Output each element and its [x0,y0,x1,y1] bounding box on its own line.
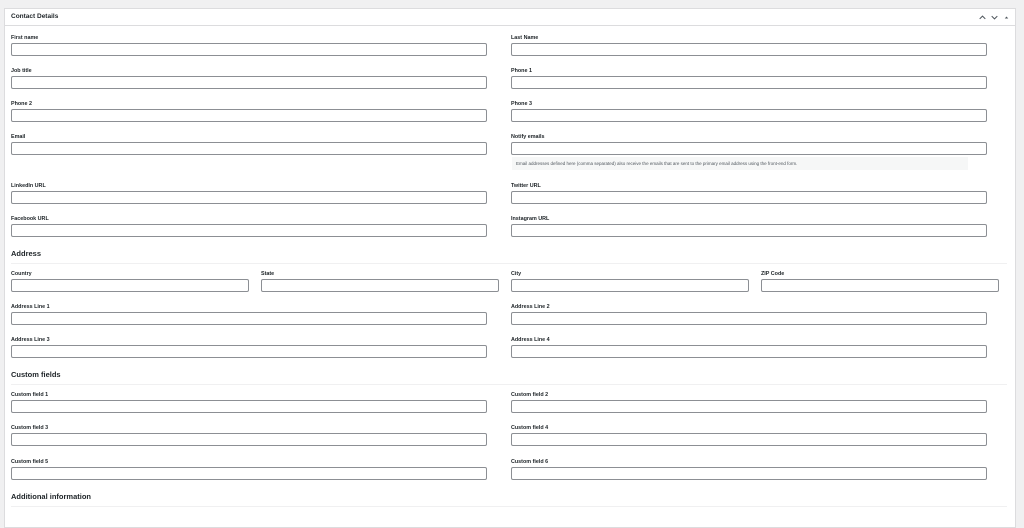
address-line-2-label: Address Line 2 [511,304,550,310]
instagram-label: Instagram URL [511,216,550,222]
country-label: Country [11,271,32,277]
toggle-panel-button[interactable] [1001,11,1011,23]
additional-information-divider [11,506,1007,507]
custom-field-4-group: Custom field 4 [511,425,987,446]
city-input[interactable] [511,279,749,292]
custom-field-5-label: Custom field 5 [11,459,49,465]
notify-emails-label: Notify emails [511,134,545,140]
chevron-down-icon [990,15,998,20]
custom-field-2-group: Custom field 2 [511,392,987,413]
facebook-group: Facebook URL [11,216,487,237]
facebook-input[interactable] [11,224,487,237]
notify-emails-group: Notify emails [511,134,987,155]
address-divider [11,263,1007,264]
custom-field-3-input[interactable] [11,433,487,446]
move-up-button[interactable] [977,11,987,23]
custom-field-4-label: Custom field 4 [511,425,549,431]
phone-3-group: Phone 3 [511,101,987,122]
custom-field-6-group: Custom field 6 [511,459,987,480]
move-down-button[interactable] [989,11,999,23]
first-name-group: First name [11,35,487,56]
state-group: State [261,271,499,292]
twitter-label: Twitter URL [511,183,541,189]
country-input[interactable] [11,279,249,292]
address-line-4-input[interactable] [511,345,987,358]
address-line-4-label: Address Line 4 [511,337,550,343]
city-group: City [511,271,749,292]
address-line-1-group: Address Line 1 [11,304,487,325]
phone-2-input[interactable] [11,109,487,122]
custom-field-1-input[interactable] [11,400,487,413]
custom-field-3-label: Custom field 3 [11,425,49,431]
email-input[interactable] [11,142,487,155]
phone-1-label: Phone 1 [511,68,532,74]
twitter-group: Twitter URL [511,183,987,204]
custom-fields-heading: Custom fields [11,370,61,379]
chevron-up-icon [978,14,986,19]
last-name-group: Last Name [511,35,987,56]
phone-2-label: Phone 2 [11,101,32,107]
panel-handle-actions [977,11,1011,23]
address-line-3-label: Address Line 3 [11,337,50,343]
last-name-input[interactable] [511,43,987,56]
contact-details-panel: Contact Details First name Last Name Job… [4,8,1016,528]
custom-fields-divider [11,384,1007,385]
facebook-label: Facebook URL [11,216,49,222]
job-title-label: Job title [11,68,32,74]
address-line-2-group: Address Line 2 [511,304,987,325]
address-line-3-input[interactable] [11,345,487,358]
zip-code-input[interactable] [761,279,999,292]
custom-field-3-group: Custom field 3 [11,425,487,446]
custom-field-6-label: Custom field 6 [511,459,549,465]
linkedin-input[interactable] [11,191,487,204]
panel-header: Contact Details [5,9,1015,26]
notify-emails-input[interactable] [511,142,987,155]
instagram-group: Instagram URL [511,216,987,237]
phone-1-group: Phone 1 [511,68,987,89]
linkedin-label: LinkedIn URL [11,183,46,189]
address-line-3-group: Address Line 3 [11,337,487,358]
email-label: Email [11,134,26,140]
notify-emails-help: Email addresses defined here (comma sepa… [512,157,968,170]
country-group: Country [11,271,249,292]
first-name-input[interactable] [11,43,487,56]
custom-field-5-group: Custom field 5 [11,459,487,480]
address-line-2-input[interactable] [511,312,987,325]
custom-field-6-input[interactable] [511,467,987,480]
state-label: State [261,271,275,277]
custom-field-2-input[interactable] [511,400,987,413]
address-line-1-label: Address Line 1 [11,304,50,310]
address-heading: Address [11,249,42,258]
phone-3-input[interactable] [511,109,987,122]
twitter-input[interactable] [511,191,987,204]
triangle-up-icon [1004,15,1008,19]
additional-information-heading: Additional information [11,492,91,501]
phone-1-input[interactable] [511,76,987,89]
job-title-group: Job title [11,68,487,89]
custom-field-1-label: Custom field 1 [11,392,49,398]
email-group: Email [11,134,487,155]
first-name-label: First name [11,35,39,41]
job-title-input[interactable] [11,76,487,89]
phone-3-label: Phone 3 [511,101,532,107]
panel-title: Contact Details [11,13,59,20]
zip-code-label: ZIP Code [761,271,785,277]
custom-field-2-label: Custom field 2 [511,392,549,398]
address-line-4-group: Address Line 4 [511,337,987,358]
last-name-label: Last Name [511,35,539,41]
zip-code-group: ZIP Code [761,271,999,292]
custom-field-5-input[interactable] [11,467,487,480]
custom-field-1-group: Custom field 1 [11,392,487,413]
instagram-input[interactable] [511,224,987,237]
address-line-1-input[interactable] [11,312,487,325]
state-input[interactable] [261,279,499,292]
phone-2-group: Phone 2 [11,101,487,122]
linkedin-group: LinkedIn URL [11,183,487,204]
city-label: City [511,271,522,277]
custom-field-4-input[interactable] [511,433,987,446]
